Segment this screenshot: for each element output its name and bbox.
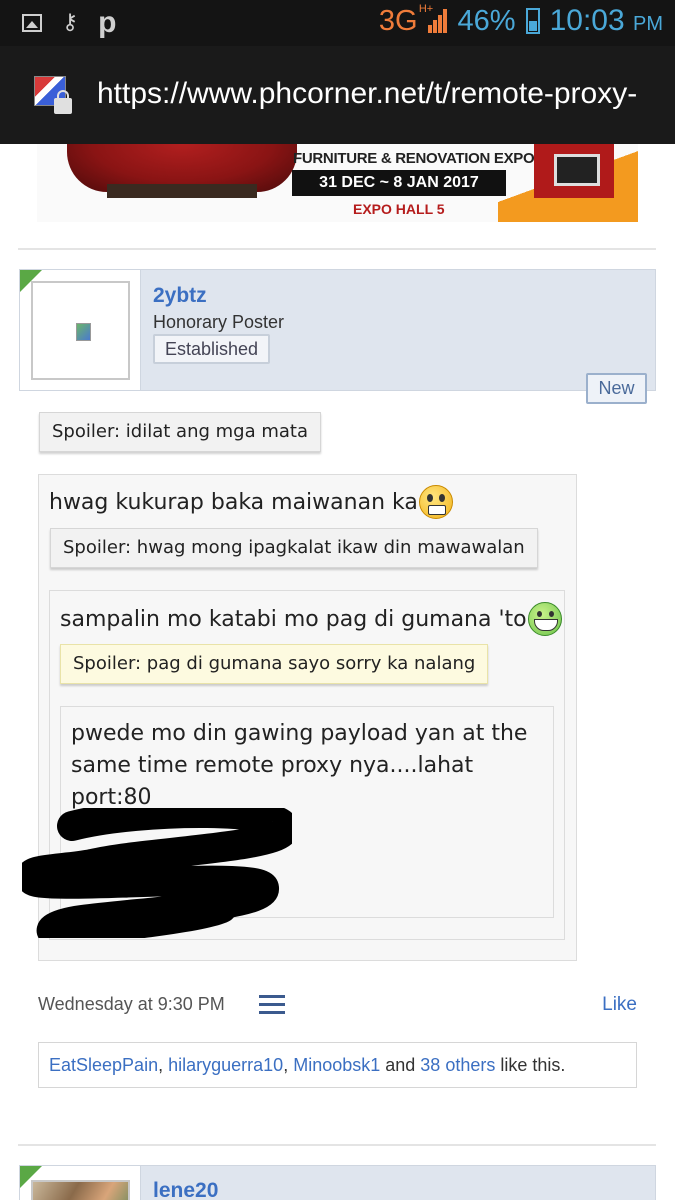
- avatar[interactable]: [20, 270, 141, 390]
- likes-suffix: like this.: [495, 1055, 566, 1075]
- likes-and: and: [380, 1055, 421, 1075]
- avatar-image: [31, 1180, 130, 1200]
- p-icon: p: [98, 6, 117, 39]
- spoiler-button-outer[interactable]: Spoiler: idilat ang mga mata: [39, 412, 321, 452]
- like-button[interactable]: Like: [602, 994, 637, 1016]
- user-badge: Established: [153, 334, 271, 364]
- spoiler-button-1[interactable]: Spoiler: hwag mong ipagkalat ikaw din ma…: [50, 528, 538, 568]
- divider: [18, 248, 656, 250]
- clock-ampm: PM: [633, 13, 663, 35]
- banner-venue: EXPO HALL 5: [353, 201, 445, 217]
- status-left-icons: ⚷ p: [22, 8, 116, 38]
- likes-others-link[interactable]: 38 others: [420, 1055, 495, 1075]
- quote-2-text: sampalin mo katabi mo pag di gumana 'to: [60, 602, 562, 636]
- lock-icon: [54, 90, 72, 114]
- banner-dates: 31 DEC ~ 8 JAN 2017: [292, 170, 506, 196]
- redaction-scribble: [22, 808, 292, 938]
- username-link[interactable]: 2ybtz: [153, 284, 207, 308]
- battery-icon: [525, 8, 540, 34]
- liker-link[interactable]: Minoobsk1: [293, 1055, 380, 1075]
- grin-emoji-icon: [527, 602, 562, 636]
- network-type: 3G H+: [378, 2, 434, 37]
- likes-separator: ,: [283, 1055, 294, 1075]
- likes-summary: EatSleepPain, hilaryguerra10, Minoobsk1 …: [38, 1042, 637, 1088]
- signal-icon: [427, 9, 448, 33]
- post-timestamp[interactable]: Wednesday at 9:30 PM: [38, 994, 225, 1015]
- divider: [18, 1144, 656, 1146]
- liker-link[interactable]: hilaryguerra10: [168, 1055, 283, 1075]
- online-indicator: [20, 1166, 42, 1188]
- browser-url-bar[interactable]: https://www.phcorner.net/t/remote-proxy-: [0, 46, 675, 144]
- username-link[interactable]: lene20: [153, 1179, 218, 1200]
- menu-icon[interactable]: [259, 995, 285, 1015]
- broken-image-icon: [31, 281, 130, 380]
- online-indicator: [20, 270, 42, 292]
- scared-emoji-icon: [418, 485, 453, 519]
- quote-1-text: hwag kukurap baka maiwanan ka: [49, 485, 453, 519]
- status-right: 3G H+ 46% 10:03 PM: [378, 2, 663, 38]
- battery-percent: 46%: [457, 4, 516, 37]
- banner-ad[interactable]: FURNITURE & RENOVATION EXPO 31 DEC ~ 8 J…: [37, 144, 638, 222]
- clock: 10:03 PM: [549, 4, 663, 37]
- avatar[interactable]: [20, 1166, 141, 1200]
- post-user-header: 2ybtz Honorary Poster Established: [19, 269, 656, 391]
- banner-product-image: [534, 144, 614, 198]
- likes-separator: ,: [158, 1055, 169, 1075]
- image-icon: [22, 14, 42, 32]
- status-bar: ⚷ p 3G H+ 46% 10:03 PM: [0, 0, 675, 46]
- next-post-user-header: lene20: [19, 1165, 656, 1200]
- liker-link[interactable]: EatSleepPain: [49, 1055, 158, 1075]
- spoiler-button-2[interactable]: Spoiler: pag di gumana sayo sorry ka nal…: [60, 644, 489, 684]
- key-icon: ⚷: [62, 10, 79, 35]
- url-text[interactable]: https://www.phcorner.net/t/remote-proxy-: [97, 77, 637, 111]
- user-title: Honorary Poster: [153, 312, 285, 332]
- new-badge: New: [586, 373, 647, 404]
- site-favicon-icon: [34, 76, 72, 114]
- payload-text: pwede mo din gawing payload yan at the s…: [71, 721, 528, 810]
